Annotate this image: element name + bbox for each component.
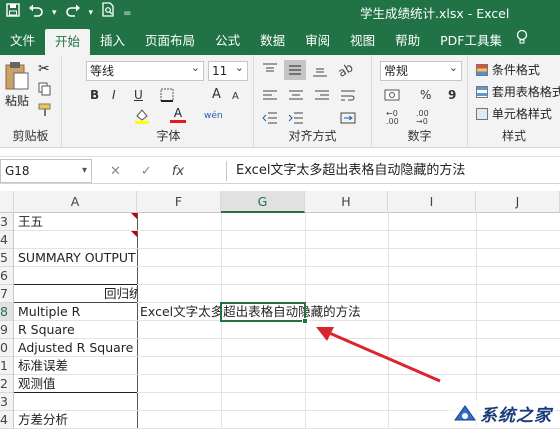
font-name-dropdown[interactable]: 等线 <box>86 61 204 81</box>
styles-group-label: 样式 <box>501 129 526 143</box>
merge-center-icon[interactable] <box>340 111 356 128</box>
increase-decimal-icon[interactable]: ←0.00 <box>386 110 399 126</box>
redo-icon[interactable] <box>65 0 81 27</box>
number-group: 常规 % 9 ←0.00 .00→0 数字 <box>372 55 468 148</box>
underline-button[interactable]: U <box>134 87 143 103</box>
watermark: 系统之家 <box>449 400 556 427</box>
grow-font-button[interactable]: A <box>212 87 221 103</box>
spreadsheet-grid[interactable]: A F G H I J 3 王五 4 5 SUMMARY OUTPUT 6 7 … <box>0 191 560 429</box>
clipboard-group: 粘贴 ✂ 剪贴板 <box>0 55 62 148</box>
tab-view[interactable]: 视图 <box>340 27 385 55</box>
increase-indent-icon[interactable] <box>288 111 304 128</box>
tab-formulas[interactable]: 公式 <box>205 27 250 55</box>
percent-style-button[interactable]: % <box>420 87 431 103</box>
tab-pdf-tools[interactable]: PDF工具集 <box>430 27 512 55</box>
tab-data[interactable]: 数据 <box>250 27 295 55</box>
quick-access-toolbar: ▾ ▾ = <box>0 0 131 27</box>
conditional-formatting-label: 条件格式 <box>491 63 540 77</box>
redo-dropdown-icon[interactable]: ▾ <box>89 0 94 27</box>
undo-dropdown-icon[interactable]: ▾ <box>52 0 57 27</box>
fill-color-icon[interactable] <box>134 107 152 128</box>
comma-style-button[interactable]: 9 <box>448 87 456 103</box>
format-as-table-icon <box>476 86 488 98</box>
tab-review[interactable]: 审阅 <box>295 27 340 55</box>
customize-quick-access-icon[interactable]: = <box>123 0 131 27</box>
align-middle-icon[interactable] <box>284 60 306 80</box>
cell-styles-label: 单元格样式 <box>491 107 552 121</box>
shrink-font-button[interactable]: A <box>232 89 239 105</box>
conditional-formatting-button[interactable]: 条件格式 <box>476 61 540 78</box>
font-color-button[interactable]: A <box>170 107 186 123</box>
align-bottom-icon[interactable] <box>312 63 328 80</box>
ribbon-tabs: 文件 开始 插入 页面布局 公式 数据 审阅 视图 帮助 PDF工具集 <box>0 27 560 55</box>
align-center-icon[interactable] <box>288 89 304 106</box>
conditional-formatting-icon <box>476 64 488 76</box>
name-box[interactable]: G18 <box>0 159 92 183</box>
cell-styles-icon <box>476 108 488 120</box>
tab-insert[interactable]: 插入 <box>90 27 135 55</box>
insert-function-icon[interactable]: fx <box>172 164 184 179</box>
undo-icon[interactable] <box>28 0 44 27</box>
formula-separator <box>226 161 227 181</box>
italic-button[interactable]: I <box>112 87 116 103</box>
format-as-table-label: 套用表格格式 <box>491 85 560 99</box>
cut-icon[interactable]: ✂ <box>38 61 50 77</box>
alignment-group-label: 对齐方式 <box>288 129 337 143</box>
font-size-dropdown[interactable]: 11 <box>208 61 248 81</box>
tab-file[interactable]: 文件 <box>0 27 45 55</box>
paste-label: 粘贴 <box>4 94 29 108</box>
align-top-icon[interactable] <box>262 63 278 80</box>
decrease-indent-icon[interactable] <box>262 111 278 128</box>
window-title: 学生成绩统计.xlsx - Excel <box>360 6 510 21</box>
phonetic-guide-button[interactable]: wén <box>204 108 223 124</box>
number-format-dropdown[interactable]: 常规 <box>380 61 462 81</box>
align-right-icon[interactable] <box>314 89 330 106</box>
format-as-table-button[interactable]: 套用表格格式 <box>476 83 560 100</box>
formula-buttons: ✕ ✓ fx <box>110 157 184 185</box>
alignment-group: ab 对齐方式 <box>254 55 372 148</box>
text-orientation-icon[interactable]: ab <box>336 60 356 80</box>
save-icon[interactable] <box>6 0 20 27</box>
accounting-format-icon[interactable] <box>384 88 400 105</box>
format-painter-icon[interactable] <box>38 103 52 120</box>
cell-styles-button[interactable]: 单元格样式 <box>476 105 552 122</box>
bold-button[interactable]: B <box>90 87 99 103</box>
tab-home[interactable]: 开始 <box>45 29 91 55</box>
font-color-swatch <box>170 120 186 123</box>
wrap-text-icon[interactable] <box>340 89 356 106</box>
font-color-letter: A <box>173 106 183 120</box>
cancel-icon[interactable]: ✕ <box>110 164 121 179</box>
border-icon[interactable] <box>160 88 174 105</box>
formula-input[interactable]: Excel文字太多超出表格自动隐藏的方法 <box>236 157 465 185</box>
ribbon: 粘贴 ✂ 剪贴板 等线 11 B I U A A A wén 字体 <box>0 55 560 148</box>
watermark-text: 系统之家 <box>480 406 552 426</box>
number-group-label: 数字 <box>407 129 432 143</box>
tab-help[interactable]: 帮助 <box>385 27 430 55</box>
watermark-logo-icon <box>454 404 476 420</box>
formula-bar: G18 ✕ ✓ fx Excel文字太多超出表格自动隐藏的方法 <box>0 156 560 184</box>
pointer-arrow <box>316 327 441 383</box>
print-preview-icon[interactable] <box>101 0 115 27</box>
decrease-decimal-icon[interactable]: .00 →0 <box>416 110 429 126</box>
align-left-icon[interactable] <box>262 89 278 106</box>
font-group: 等线 11 B I U A A A wén 字体 <box>84 55 254 148</box>
paste-icon <box>5 62 29 90</box>
font-group-label: 字体 <box>156 129 181 143</box>
paste-button[interactable]: 粘贴 <box>2 61 32 117</box>
clipboard-group-label: 剪贴板 <box>12 129 49 143</box>
enter-icon[interactable]: ✓ <box>141 164 152 179</box>
styles-group: 条件格式 套用表格格式 单元格样式 样式 <box>468 55 560 148</box>
title-bar: ▾ ▾ = 学生成绩统计.xlsx - Excel <box>0 0 560 27</box>
lightbulb-icon[interactable] <box>512 27 532 55</box>
copy-icon[interactable] <box>38 82 52 99</box>
tab-page-layout[interactable]: 页面布局 <box>135 27 205 55</box>
